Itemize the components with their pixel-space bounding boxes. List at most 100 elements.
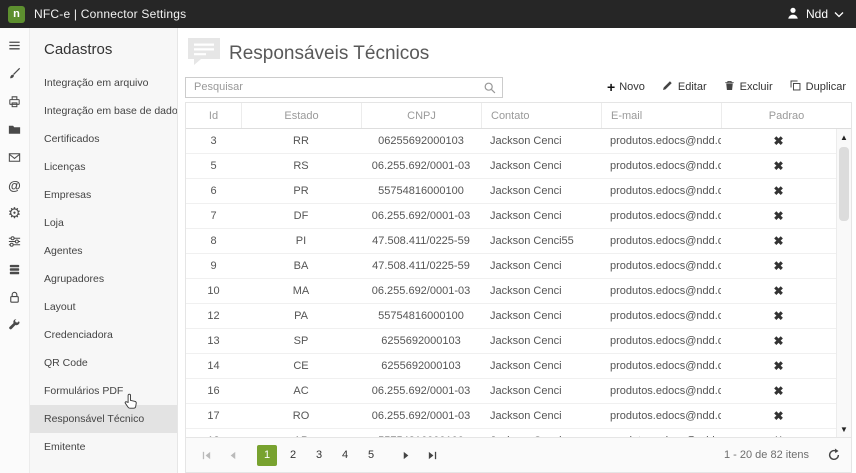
table-row[interactable]: 8PI47.508.411/0225-59Jackson Cenci55prod… (186, 229, 836, 254)
sidebar-item[interactable]: Credenciadora (30, 321, 177, 349)
lock-icon[interactable] (7, 289, 23, 305)
layers-icon[interactable] (7, 261, 23, 277)
duplicar-button[interactable]: Duplicar (789, 79, 846, 95)
column-header[interactable]: E-mail (601, 103, 721, 128)
padrao-cross-icon: ✖ (721, 279, 836, 303)
search-box (185, 77, 503, 98)
search-input[interactable] (185, 77, 503, 98)
menu-icon[interactable] (7, 37, 23, 53)
table-row[interactable]: 17RO06.255.692/0001-03Jackson Cenciprodu… (186, 404, 836, 429)
grid-rows: 3RR06255692000103Jackson Cenciprodutos.e… (186, 129, 836, 437)
table-cell: DF (241, 204, 361, 228)
sidebar-item[interactable]: Agentes (30, 237, 177, 265)
sidebar-header: Cadastros (30, 28, 177, 69)
pager-page[interactable]: 4 (335, 445, 355, 466)
table-cell: Jackson Cenci (481, 204, 601, 228)
pager-page[interactable]: 1 (257, 445, 277, 466)
excluir-button[interactable]: Excluir (723, 79, 773, 95)
sidebar-item[interactable]: Certificados (30, 125, 177, 153)
table-cell: produtos.edocs@ndd.com.br (601, 429, 721, 437)
table-cell: produtos.edocs@ndd.com.br (601, 204, 721, 228)
table-cell: Jackson Cenci (481, 304, 601, 328)
pager-last-icon[interactable] (420, 443, 444, 467)
novo-button[interactable]: + Novo (607, 79, 645, 95)
table-row[interactable]: 7DF06.255.692/0001-03Jackson Cenciprodut… (186, 204, 836, 229)
table-row[interactable]: 5RS06.255.692/0001-03Jackson Cenciprodut… (186, 154, 836, 179)
editar-button[interactable]: Editar (661, 79, 707, 95)
pager-page[interactable]: 5 (361, 445, 381, 466)
search-icon (483, 81, 497, 100)
table-cell: 55754816000100 (361, 179, 481, 203)
column-header[interactable]: Contato (481, 103, 601, 128)
toolbar: + Novo Editar Excluir Duplicar (178, 72, 856, 102)
sidebar-item[interactable]: Integração em base de dados (30, 97, 177, 125)
table-row[interactable]: 12PA55754816000100Jackson Cenciprodutos.… (186, 304, 836, 329)
pager-pages: 12345 (254, 445, 384, 466)
padrao-cross-icon: ✖ (721, 354, 836, 378)
scroll-up-icon[interactable]: ▲ (837, 130, 851, 144)
table-row[interactable]: 16AC06.255.692/0001-03Jackson Cenciprodu… (186, 379, 836, 404)
table-row[interactable]: 14CE6255692000103Jackson Cenciprodutos.e… (186, 354, 836, 379)
table-cell: 55754816000100 (361, 429, 481, 437)
sidebar-item[interactable]: Layout (30, 293, 177, 321)
sidebar-item[interactable]: Licenças (30, 153, 177, 181)
table-cell: 6255692000103 (361, 354, 481, 378)
table-cell: PA (241, 304, 361, 328)
column-header[interactable]: CNPJ (361, 103, 481, 128)
app-title: NFC-e | Connector Settings (34, 7, 186, 21)
table-cell: 13 (186, 329, 241, 353)
sidebar-item[interactable]: Formulários PDF (30, 377, 177, 405)
at-sign-icon[interactable]: @ (7, 177, 23, 193)
table-row[interactable]: 6PR55754816000100Jackson Cenciprodutos.e… (186, 179, 836, 204)
table-row[interactable]: 18AP55754816000100Jackson Cenciprodutos.… (186, 429, 836, 437)
scrollbar-thumb[interactable] (839, 147, 849, 221)
pager-prev-icon[interactable] (220, 443, 244, 467)
pager-page[interactable]: 2 (283, 445, 303, 466)
wrench-icon[interactable] (7, 317, 23, 333)
pager-first-icon[interactable] (194, 443, 218, 467)
folder-icon[interactable] (7, 121, 23, 137)
table-cell: 06.255.692/0001-03 (361, 279, 481, 303)
table-cell: produtos.edocs@ndd.com.br (601, 379, 721, 403)
sidebar-item[interactable]: Empresas (30, 181, 177, 209)
sidebar-item[interactable]: Emitente (30, 433, 177, 461)
sidebar-item[interactable]: Loja (30, 209, 177, 237)
table-cell: Jackson Cenci (481, 279, 601, 303)
table-cell: produtos.edocs@ndd.com.br (601, 179, 721, 203)
column-header[interactable]: Id (186, 103, 241, 128)
table-row[interactable]: 10MA06.255.692/0001-03Jackson Cenciprodu… (186, 279, 836, 304)
sidebar-item[interactable]: Responsável Técnico (30, 405, 177, 433)
table-cell: 5 (186, 154, 241, 178)
table-row[interactable]: 3RR06255692000103Jackson Cenciprodutos.e… (186, 129, 836, 154)
table-cell: RR (241, 129, 361, 153)
table-cell: CE (241, 354, 361, 378)
pager-next-icon[interactable] (394, 443, 418, 467)
brush-icon[interactable] (7, 65, 23, 81)
vertical-scrollbar[interactable]: ▲ ▼ (836, 129, 851, 437)
refresh-icon[interactable] (827, 448, 841, 462)
topbar: n NFC-e | Connector Settings Ndd (0, 0, 856, 28)
table-cell: 6255692000103 (361, 329, 481, 353)
column-header[interactable]: Estado (241, 103, 361, 128)
table-row[interactable]: 9BA47.508.411/0225-59Jackson Cenciprodut… (186, 254, 836, 279)
column-header[interactable]: Padrao (721, 103, 851, 128)
sidebar-item[interactable]: QR Code (30, 349, 177, 377)
gear-icon[interactable]: ⚙ (7, 205, 23, 221)
pager-page[interactable]: 3 (309, 445, 329, 466)
sidebar-item[interactable]: Integração em arquivo (30, 69, 177, 97)
sidebar-item[interactable]: Agrupadores (30, 265, 177, 293)
table-cell: 17 (186, 404, 241, 428)
printer-icon[interactable] (7, 93, 23, 109)
user-menu[interactable]: Ndd (786, 6, 844, 23)
table-cell: PI (241, 229, 361, 253)
table-cell: Jackson Cenci (481, 379, 601, 403)
scroll-down-icon[interactable]: ▼ (837, 422, 851, 436)
sliders-icon[interactable] (7, 233, 23, 249)
padrao-cross-icon: ✖ (721, 329, 836, 353)
padrao-cross-icon: ✖ (721, 229, 836, 253)
padrao-cross-icon: ✖ (721, 129, 836, 153)
mail-icon[interactable] (7, 149, 23, 165)
table-cell: PR (241, 179, 361, 203)
table-row[interactable]: 13SP6255692000103Jackson Cenciprodutos.e… (186, 329, 836, 354)
table-cell: 47.508.411/0225-59 (361, 254, 481, 278)
